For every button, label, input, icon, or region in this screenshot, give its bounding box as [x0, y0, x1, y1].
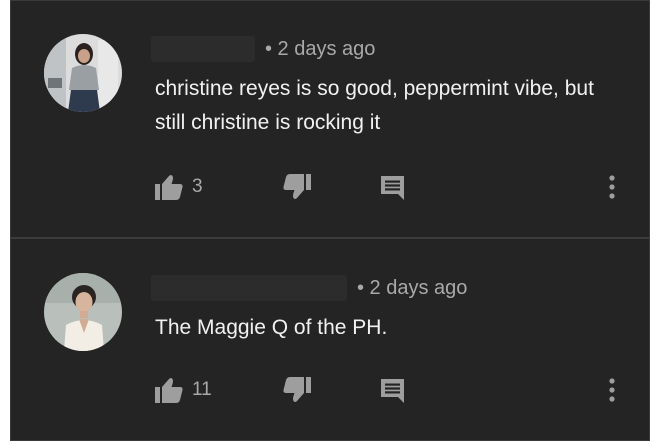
like-count: 11	[192, 379, 212, 400]
like-button[interactable]: 11	[154, 373, 212, 407]
avatar-photo	[44, 273, 122, 351]
author-name[interactable]	[151, 275, 347, 301]
comment-meta: • 2 days ago	[151, 34, 375, 64]
avatar-photo	[44, 34, 122, 112]
avatar[interactable]	[44, 34, 122, 112]
reply-icon	[381, 379, 404, 403]
comments-panel: • 2 days ago christine reyes is so good,…	[10, 0, 650, 441]
comment-text: christine reyes is so good, peppermint v…	[155, 77, 594, 134]
more-vert-icon	[609, 175, 615, 199]
more-options-button[interactable]	[607, 170, 617, 204]
comment-actions: 3	[11, 170, 649, 204]
comment-item: • 2 days ago The Maggie Q of the PH. 11	[11, 239, 649, 440]
avatar[interactable]	[44, 273, 122, 351]
dislike-button[interactable]	[282, 373, 312, 407]
thumb-up-icon	[155, 378, 183, 403]
more-vert-icon	[609, 378, 615, 402]
reply-button[interactable]	[379, 373, 406, 407]
like-button[interactable]: 3	[154, 170, 203, 204]
comment-timestamp[interactable]: • 2 days ago	[265, 38, 375, 61]
like-count: 3	[192, 176, 203, 197]
more-options-button[interactable]	[607, 373, 617, 407]
comment-item: • 2 days ago christine reyes is so good,…	[11, 1, 649, 237]
thumb-down-icon	[283, 174, 311, 199]
dislike-button[interactable]	[282, 170, 312, 204]
comment-actions: 11	[11, 373, 649, 407]
reply-icon	[381, 176, 404, 200]
comment-meta: • 2 days ago	[151, 273, 467, 303]
thumb-up-icon	[155, 175, 183, 200]
comment-timestamp[interactable]: • 2 days ago	[357, 277, 467, 300]
reply-button[interactable]	[379, 170, 406, 204]
thumb-down-icon	[283, 377, 311, 402]
author-name[interactable]	[151, 36, 255, 62]
comment-text: The Maggie Q of the PH.	[155, 316, 388, 339]
